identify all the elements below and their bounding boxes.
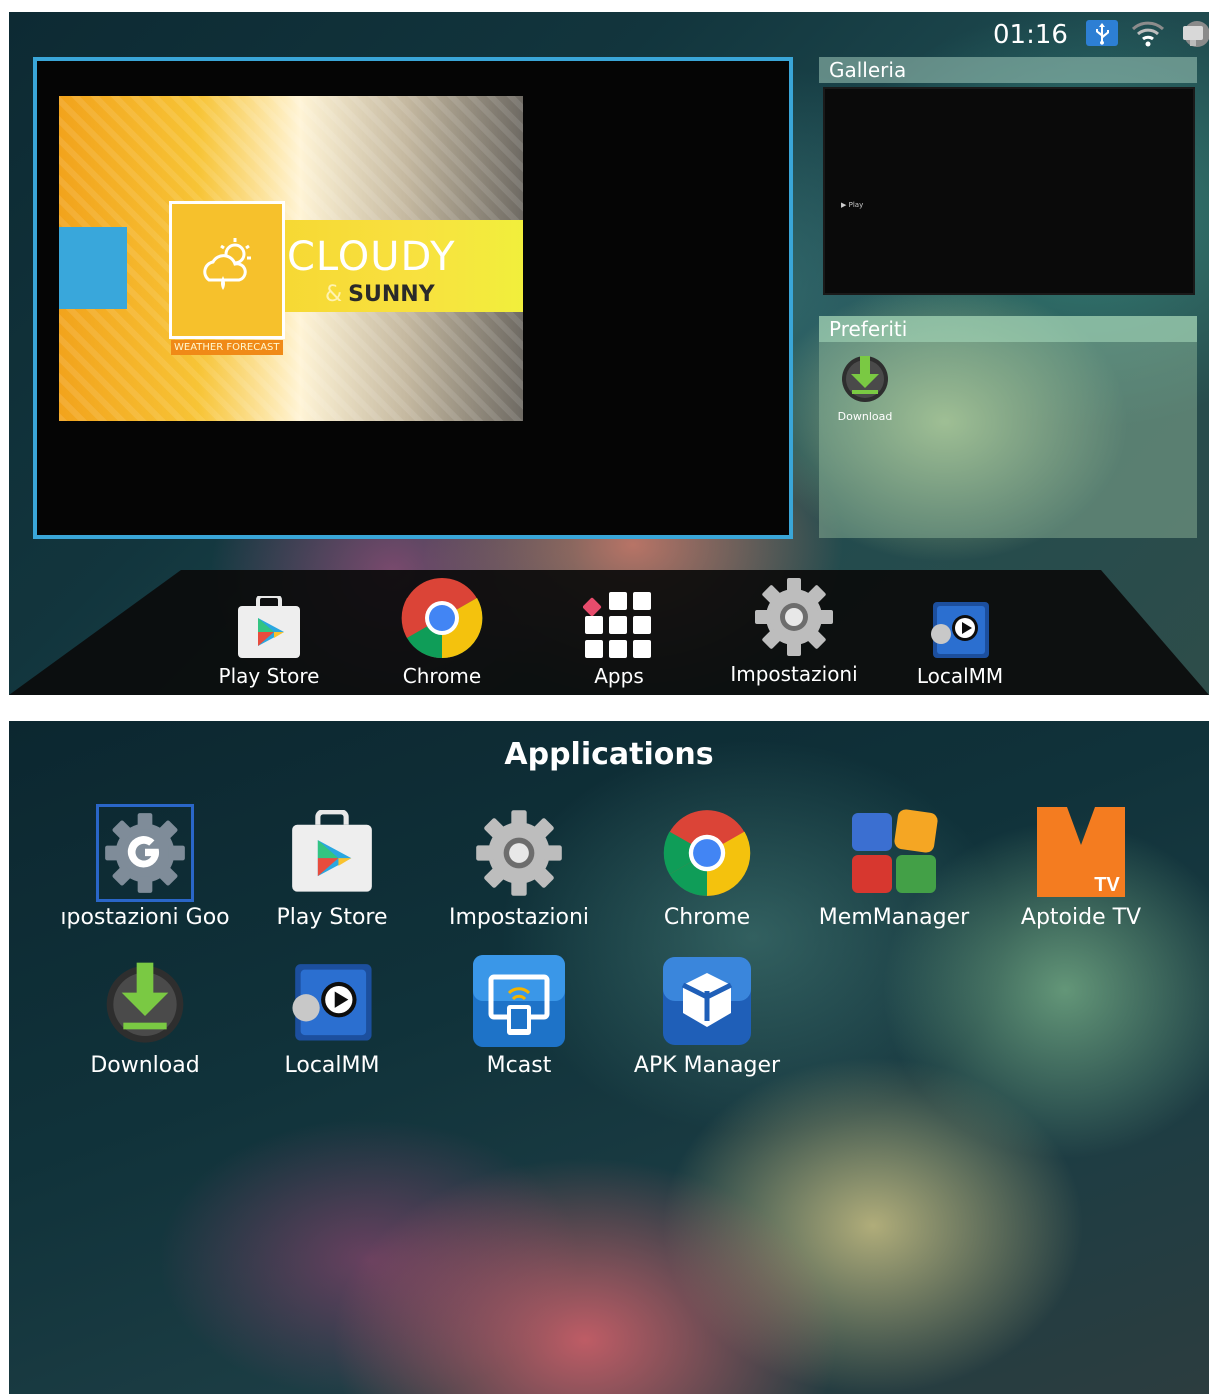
video-preview-panel[interactable]: CLOUDY & SUNNY WEATHER FORECAST <box>33 57 793 539</box>
video-headline: CLOUDY <box>287 234 456 280</box>
app-settings[interactable]: Impostazioni <box>429 805 609 930</box>
download-icon <box>55 953 235 1049</box>
favorites-panel: Preferiti Download <box>819 316 1197 538</box>
monitor-icon <box>1177 20 1209 54</box>
dock-item-play-store[interactable]: Play Store <box>194 582 344 688</box>
video-blue-block <box>59 227 127 309</box>
status-clock: 01:16 <box>993 20 1068 50</box>
apk-manager-icon <box>617 953 797 1049</box>
app-label: LocalMM <box>284 1053 380 1078</box>
video-subline-text: SUNNY <box>348 282 435 307</box>
settings-gear-icon <box>429 805 609 901</box>
dock-label: Impostazioni <box>730 662 858 686</box>
dock-bar: Play Store Chrome Apps Impostazioni Loca… <box>9 570 1209 695</box>
app-apk-manager[interactable]: APK Manager <box>617 953 797 1078</box>
video-tag: WEATHER FORECAST <box>171 340 283 355</box>
weather-video-frame: CLOUDY & SUNNY WEATHER FORECAST <box>59 96 523 421</box>
dock-item-apps[interactable]: Apps <box>544 582 694 688</box>
mcast-icon <box>429 953 609 1049</box>
gallery-panel[interactable]: Galleria ▶ Play <box>819 57 1197 297</box>
google-settings-icon <box>96 804 194 902</box>
google-settings-icon-wrap <box>55 804 235 902</box>
video-subline: & SUNNY <box>325 282 435 307</box>
app-label: Play Store <box>276 905 388 930</box>
play-store-icon <box>194 582 344 660</box>
dock-label: Chrome <box>402 664 482 688</box>
favorites-title: Preferiti <box>819 316 1197 342</box>
page-title: Applications <box>504 737 714 772</box>
app-label: Mcast <box>486 1053 552 1078</box>
app-label: MemManager <box>818 905 970 930</box>
app-aptoide-tv[interactable]: TV Aptoide TV <box>991 805 1171 930</box>
play-store-icon <box>242 805 422 901</box>
chrome-icon <box>617 805 797 901</box>
gallery-title: Galleria <box>819 57 1197 83</box>
dock-label: LocalMM <box>916 664 1004 688</box>
gallery-preview[interactable]: ▶ Play <box>823 87 1195 295</box>
app-label: Download <box>90 1053 200 1078</box>
localmm-icon <box>242 953 422 1049</box>
apps-grid-icon <box>544 582 694 660</box>
applications-screen: Applications ıpostazioni Goo Play Store … <box>9 721 1209 1394</box>
download-icon <box>835 350 895 408</box>
app-label: Impostazioni <box>448 905 590 930</box>
app-google-settings[interactable]: ıpostazioni Goo <box>55 804 235 930</box>
dock-item-localmm[interactable]: LocalMM <box>885 582 1035 688</box>
dock-label: Play Store <box>218 664 320 688</box>
app-localmm[interactable]: LocalMM <box>242 953 422 1078</box>
settings-gear-icon <box>719 578 869 658</box>
app-label: APK Manager <box>633 1053 781 1078</box>
usb-icon <box>1086 20 1118 46</box>
dock-label: Apps <box>594 664 644 688</box>
favorite-label: Download <box>837 410 893 423</box>
app-mcast[interactable]: Mcast <box>429 953 609 1078</box>
app-label: Aptoide TV <box>1020 905 1142 930</box>
video-amp: & <box>325 282 343 307</box>
favorite-item-download[interactable]: Download <box>835 350 895 423</box>
dock-item-chrome[interactable]: Chrome <box>367 578 517 688</box>
localmm-icon <box>885 582 1035 660</box>
svg-text:TV: TV <box>1094 874 1120 896</box>
aptoide-tv-icon: TV <box>991 805 1171 901</box>
home-screen: 01:16 CLOUDY & SUNNY WEATHER FORECAST Ga… <box>9 12 1209 695</box>
chrome-icon <box>367 578 517 660</box>
app-download[interactable]: Download <box>55 953 235 1078</box>
app-label: ıpostazioni Goo <box>60 905 230 930</box>
memmanager-icon <box>804 805 984 901</box>
app-play-store[interactable]: Play Store <box>242 805 422 930</box>
dock-item-settings[interactable]: Impostazioni <box>719 578 869 686</box>
cloud-sun-icon <box>199 236 259 300</box>
app-memmanager[interactable]: MemManager <box>804 805 984 930</box>
gallery-play-label: ▶ Play <box>841 201 864 209</box>
app-label: Chrome <box>663 905 751 930</box>
app-chrome[interactable]: Chrome <box>617 805 797 930</box>
wifi-icon <box>1131 20 1165 52</box>
